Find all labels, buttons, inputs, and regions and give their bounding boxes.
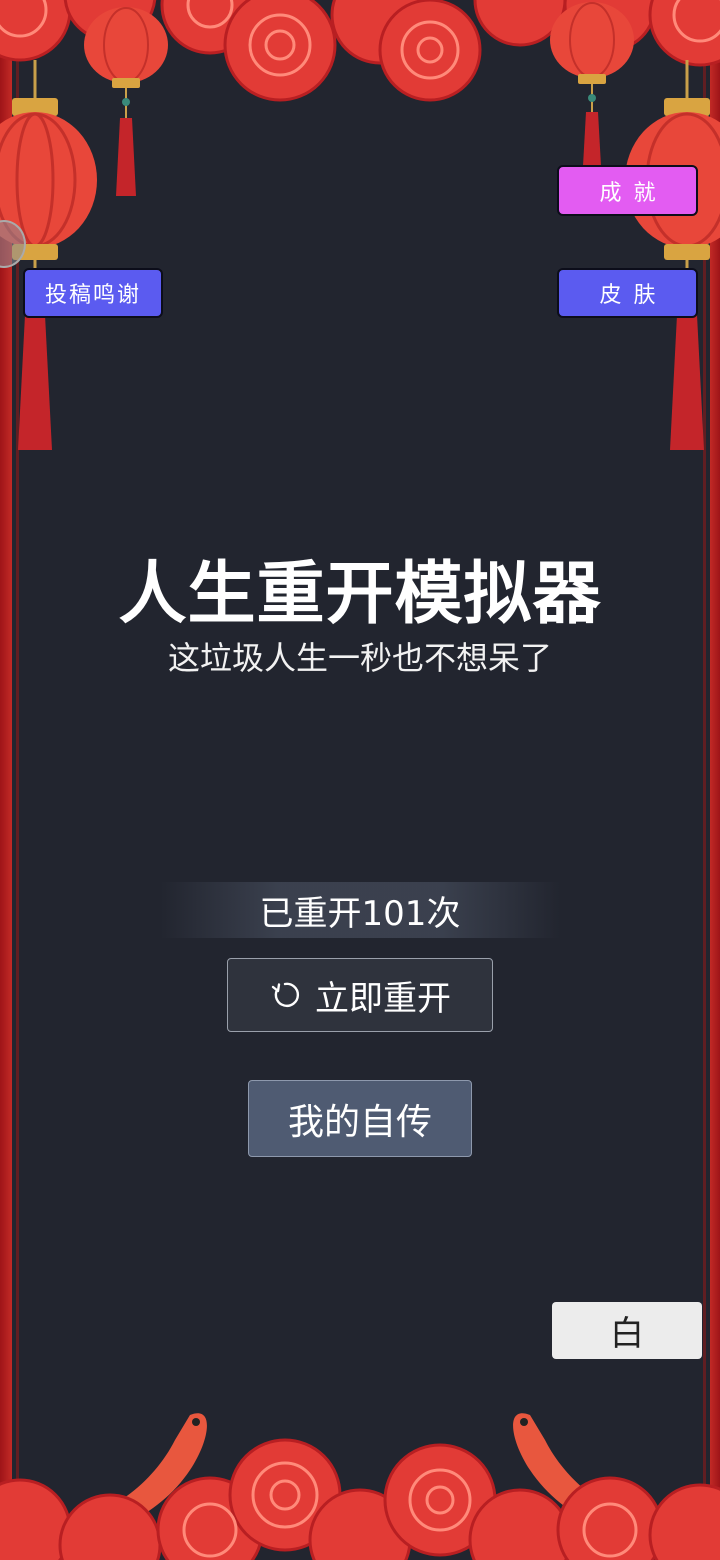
skin-button[interactable]: 皮肤 [557,268,698,318]
bottom-koi-cloud-decoration [0,1413,720,1560]
page-title: 人生重开模拟器 [118,555,602,634]
thanks-button[interactable]: 投稿鸣谢 [23,268,163,318]
koi-fish-left-icon [100,1413,207,1530]
page-subtitle: 这垃圾人生一秒也不想呆了 [167,639,552,677]
lantern-right-large [625,60,720,450]
refresh-icon [271,982,300,1007]
my-autobiography-label: 我的自传 [287,1101,432,1143]
restart-count-banner: 已重开101次 [160,882,560,938]
my-autobiography-button[interactable]: 我的自传 [248,1080,472,1157]
skin-button-label: 皮肤 [599,283,668,308]
lantern-left-small [84,7,168,196]
app-screen: 投稿鸣谢 成就 皮肤 人生重开模拟器 这垃圾人生一秒也不想呆了 已重开101次 … [0,0,720,1560]
koi-fish-right-icon [513,1413,620,1530]
thanks-button-label: 投稿鸣谢 [44,283,141,308]
theme-toggle-button[interactable]: 白 [552,1302,702,1359]
restart-count-text: 已重开101次 [259,893,461,934]
restart-now-button[interactable]: 立即重开 [227,958,493,1032]
achievements-button-label: 成就 [599,180,668,206]
achievements-button[interactable]: 成就 [557,165,698,216]
theme-toggle-label: 白 [610,1314,644,1354]
restart-now-label: 立即重开 [315,978,451,1019]
